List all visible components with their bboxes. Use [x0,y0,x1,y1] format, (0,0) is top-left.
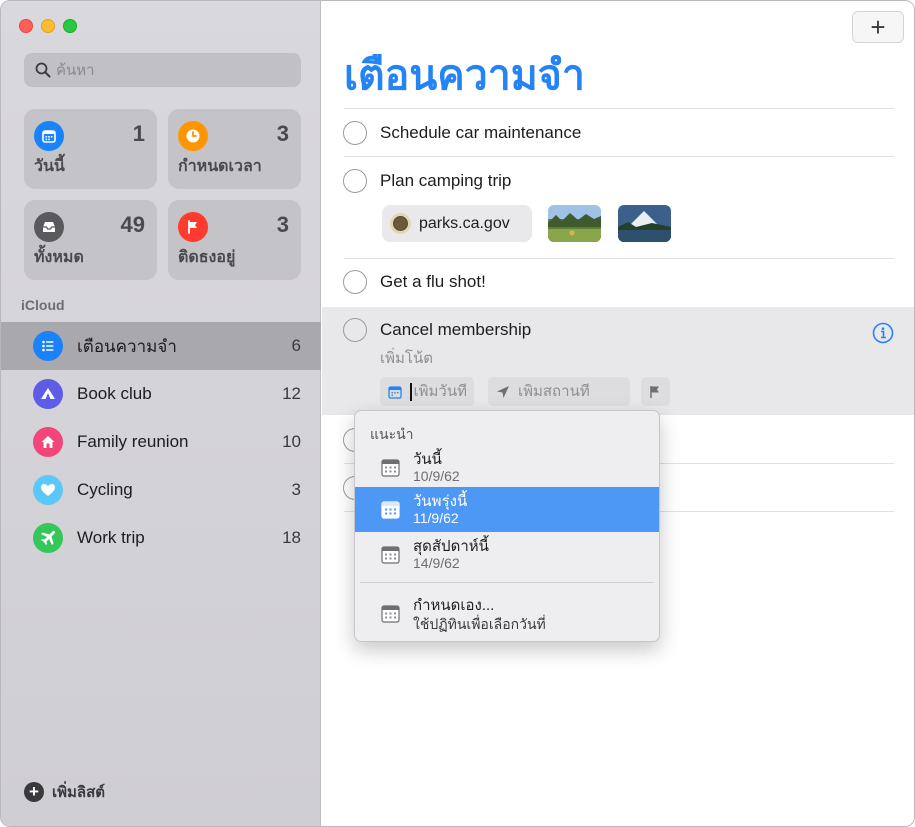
smart-list-scheduled[interactable]: 3 กำหนดเวลา [168,109,301,189]
photo-thumbnail[interactable] [548,205,601,242]
popup-divider [360,582,654,583]
reminder-checkbox[interactable] [343,169,367,193]
note-field[interactable]: เพิ่มโน้ต [380,346,433,370]
smart-list-label: ทั้งหมด [34,249,84,266]
list-name: Cycling [77,480,133,499]
reminder-title[interactable]: Plan camping trip [380,171,511,191]
sidebar: 1 วันนี้ 3 กำหนดเวลา 49 ทั้งหมด [1,1,321,826]
house-icon [33,427,63,457]
flag-icon [178,212,208,242]
list-name: Family reunion [77,432,189,451]
tent-icon [33,379,63,409]
clock-icon [178,121,208,151]
link-text: parks.ca.gov [419,214,510,232]
airplane-icon [33,523,63,553]
smart-list-label: กำหนดเวลา [178,158,262,175]
search-icon [35,62,51,78]
reminder-checkbox[interactable] [343,121,367,145]
sidebar-item-book-club[interactable]: Book club 12 [1,370,321,418]
flag-button[interactable] [641,377,670,406]
sidebar-item-cycling[interactable]: Cycling 3 [1,466,321,514]
website-favicon-icon [390,213,411,234]
my-lists: เตือนความจำ 6 Book club 12 Family reunio… [1,322,321,562]
smart-list-count: 1 [132,121,145,146]
calendar-icon [381,546,400,564]
tray-icon [34,212,64,242]
list-count: 18 [282,528,301,547]
close-window-button[interactable] [19,19,33,33]
divider [344,258,894,259]
sidebar-item-work-trip[interactable]: Work trip 18 [1,514,321,562]
smart-list-count: 49 [120,212,145,237]
calendar-icon [34,121,64,151]
list-name: Book club [77,384,152,403]
smart-lists: 1 วันนี้ 3 กำหนดเวลา 49 ทั้งหมด 3 ติดธงอ… [24,109,301,280]
text-cursor [410,382,412,401]
reminder-title[interactable]: Cancel membership [380,320,531,340]
list-name: Work trip [77,528,145,547]
suggestion-date: 10/9/62 [413,468,460,484]
minimize-window-button[interactable] [41,19,55,33]
suggestion-today[interactable]: วันนี้ 10/9/62 [355,445,659,490]
reminder-checkbox[interactable] [343,318,367,342]
search-field[interactable] [24,53,301,87]
add-date-field[interactable] [380,377,474,406]
heart-icon [33,475,63,505]
popup-header: แนะนำ [370,426,414,442]
divider [344,156,894,157]
smart-list-all[interactable]: 49 ทั้งหมด [24,200,157,280]
list-icon [33,331,63,361]
sidebar-item-reminders[interactable]: เตือนความจำ 6 [1,322,321,370]
smart-list-label: ติดธงอยู่ [178,249,236,266]
reminder-checkbox[interactable] [343,270,367,294]
smart-list-count: 3 [276,121,289,146]
sidebar-item-family-reunion[interactable]: Family reunion 10 [1,418,321,466]
suggestion-tomorrow[interactable]: วันพรุ่งนี้ 11/9/62 [355,487,659,532]
suggestion-date: 14/9/62 [413,555,460,571]
suggestion-custom[interactable]: กำหนดเอง... ใช้ปฏิทินเพื่อเลือกวันที่ [355,591,659,636]
info-icon[interactable] [872,322,894,344]
list-name: เตือนความจำ [77,336,177,356]
suggestion-this-weekend[interactable]: สุดสัปดาห์นี้ 14/9/62 [355,532,659,577]
calendar-icon [381,501,400,519]
calendar-icon [388,385,402,399]
smart-list-count: 3 [276,212,289,237]
link-attachment[interactable]: parks.ca.gov [382,205,532,242]
list-count: 10 [282,432,301,451]
smart-list-label: วันนี้ [34,158,65,175]
smart-list-today[interactable]: 1 วันนี้ [24,109,157,189]
date-input[interactable] [413,383,474,400]
list-count: 12 [282,384,301,403]
reminder-title[interactable]: Schedule car maintenance [380,123,581,143]
search-input[interactable] [56,61,286,79]
list-count: 3 [291,480,301,499]
section-header-icloud: iCloud [21,297,65,313]
window-controls [19,19,77,33]
calendar-icon [381,459,400,477]
suggestion-date: 11/9/62 [413,510,459,526]
page-title: เตือนความจำ [344,52,585,98]
flag-icon [650,385,659,398]
add-list-label: เพิ่มลิสต์ [52,784,105,801]
smart-list-flagged[interactable]: 3 ติดธงอยู่ [168,200,301,280]
reminders-window: 1 วันนี้ 3 กำหนดเวลา 49 ทั้งหมด [0,0,915,827]
suggestion-subtitle: ใช้ปฏิทินเพื่อเลือกวันที่ [413,616,546,632]
location-input[interactable] [518,383,618,400]
list-count: 6 [291,336,301,355]
date-suggestions-popup: แนะนำ วันนี้ 10/9/62 วันพรุ่งนี้ 11/9/62… [354,410,660,642]
plus-circle-icon: + [24,782,44,802]
divider [344,108,894,109]
photo-thumbnail[interactable] [618,205,671,242]
add-location-field[interactable] [488,377,630,406]
reminder-title[interactable]: Get a flu shot! [380,272,486,292]
location-arrow-icon [497,385,509,398]
calendar-icon [381,605,400,623]
zoom-window-button[interactable] [63,19,77,33]
add-list-button[interactable]: + เพิ่มลิสต์ [24,780,105,804]
add-reminder-button[interactable]: + [852,11,904,43]
